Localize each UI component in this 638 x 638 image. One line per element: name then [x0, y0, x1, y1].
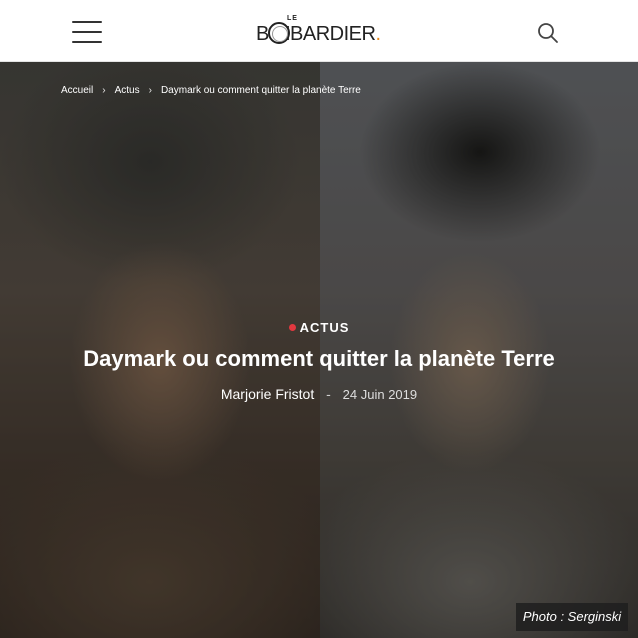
article-author[interactable]: Marjorie Fristot	[221, 386, 314, 402]
site-logo[interactable]: LE B MBARDIER.	[256, 14, 390, 48]
logo-small-text: LE	[287, 15, 298, 22]
logo-dot: .	[375, 23, 381, 45]
article-meta: Marjorie Fristot - 24 Juin 2019	[0, 386, 638, 402]
search-icon	[538, 23, 558, 43]
article-date: 24 Juin 2019	[342, 387, 418, 402]
article-category[interactable]: ACTUS	[0, 320, 638, 335]
logo-o-emblem	[268, 22, 290, 44]
menu-button[interactable]	[72, 21, 102, 43]
breadcrumb: Accueil › Actus › Daymark ou comment qui…	[61, 82, 361, 98]
breadcrumb-actus[interactable]: Actus	[115, 85, 140, 96]
category-dot-icon	[288, 324, 296, 331]
breadcrumb-current: Daymark ou comment quitter la planète Te…	[160, 84, 361, 96]
search-button[interactable]	[536, 21, 560, 45]
breadcrumb-separator-icon: ›	[148, 84, 152, 96]
hamburger-menu-icon	[72, 21, 102, 23]
category-label: ACTUS	[299, 320, 350, 335]
photo-credit: Photo : Serginski	[516, 603, 628, 631]
meta-separator: -	[326, 386, 331, 402]
site-header: LE B MBARDIER.	[0, 0, 638, 62]
article-title: Daymark ou comment quitter la planète Te…	[83, 346, 555, 371]
breadcrumb-home[interactable]: Accueil	[61, 85, 93, 96]
breadcrumb-separator-icon: ›	[102, 84, 106, 96]
